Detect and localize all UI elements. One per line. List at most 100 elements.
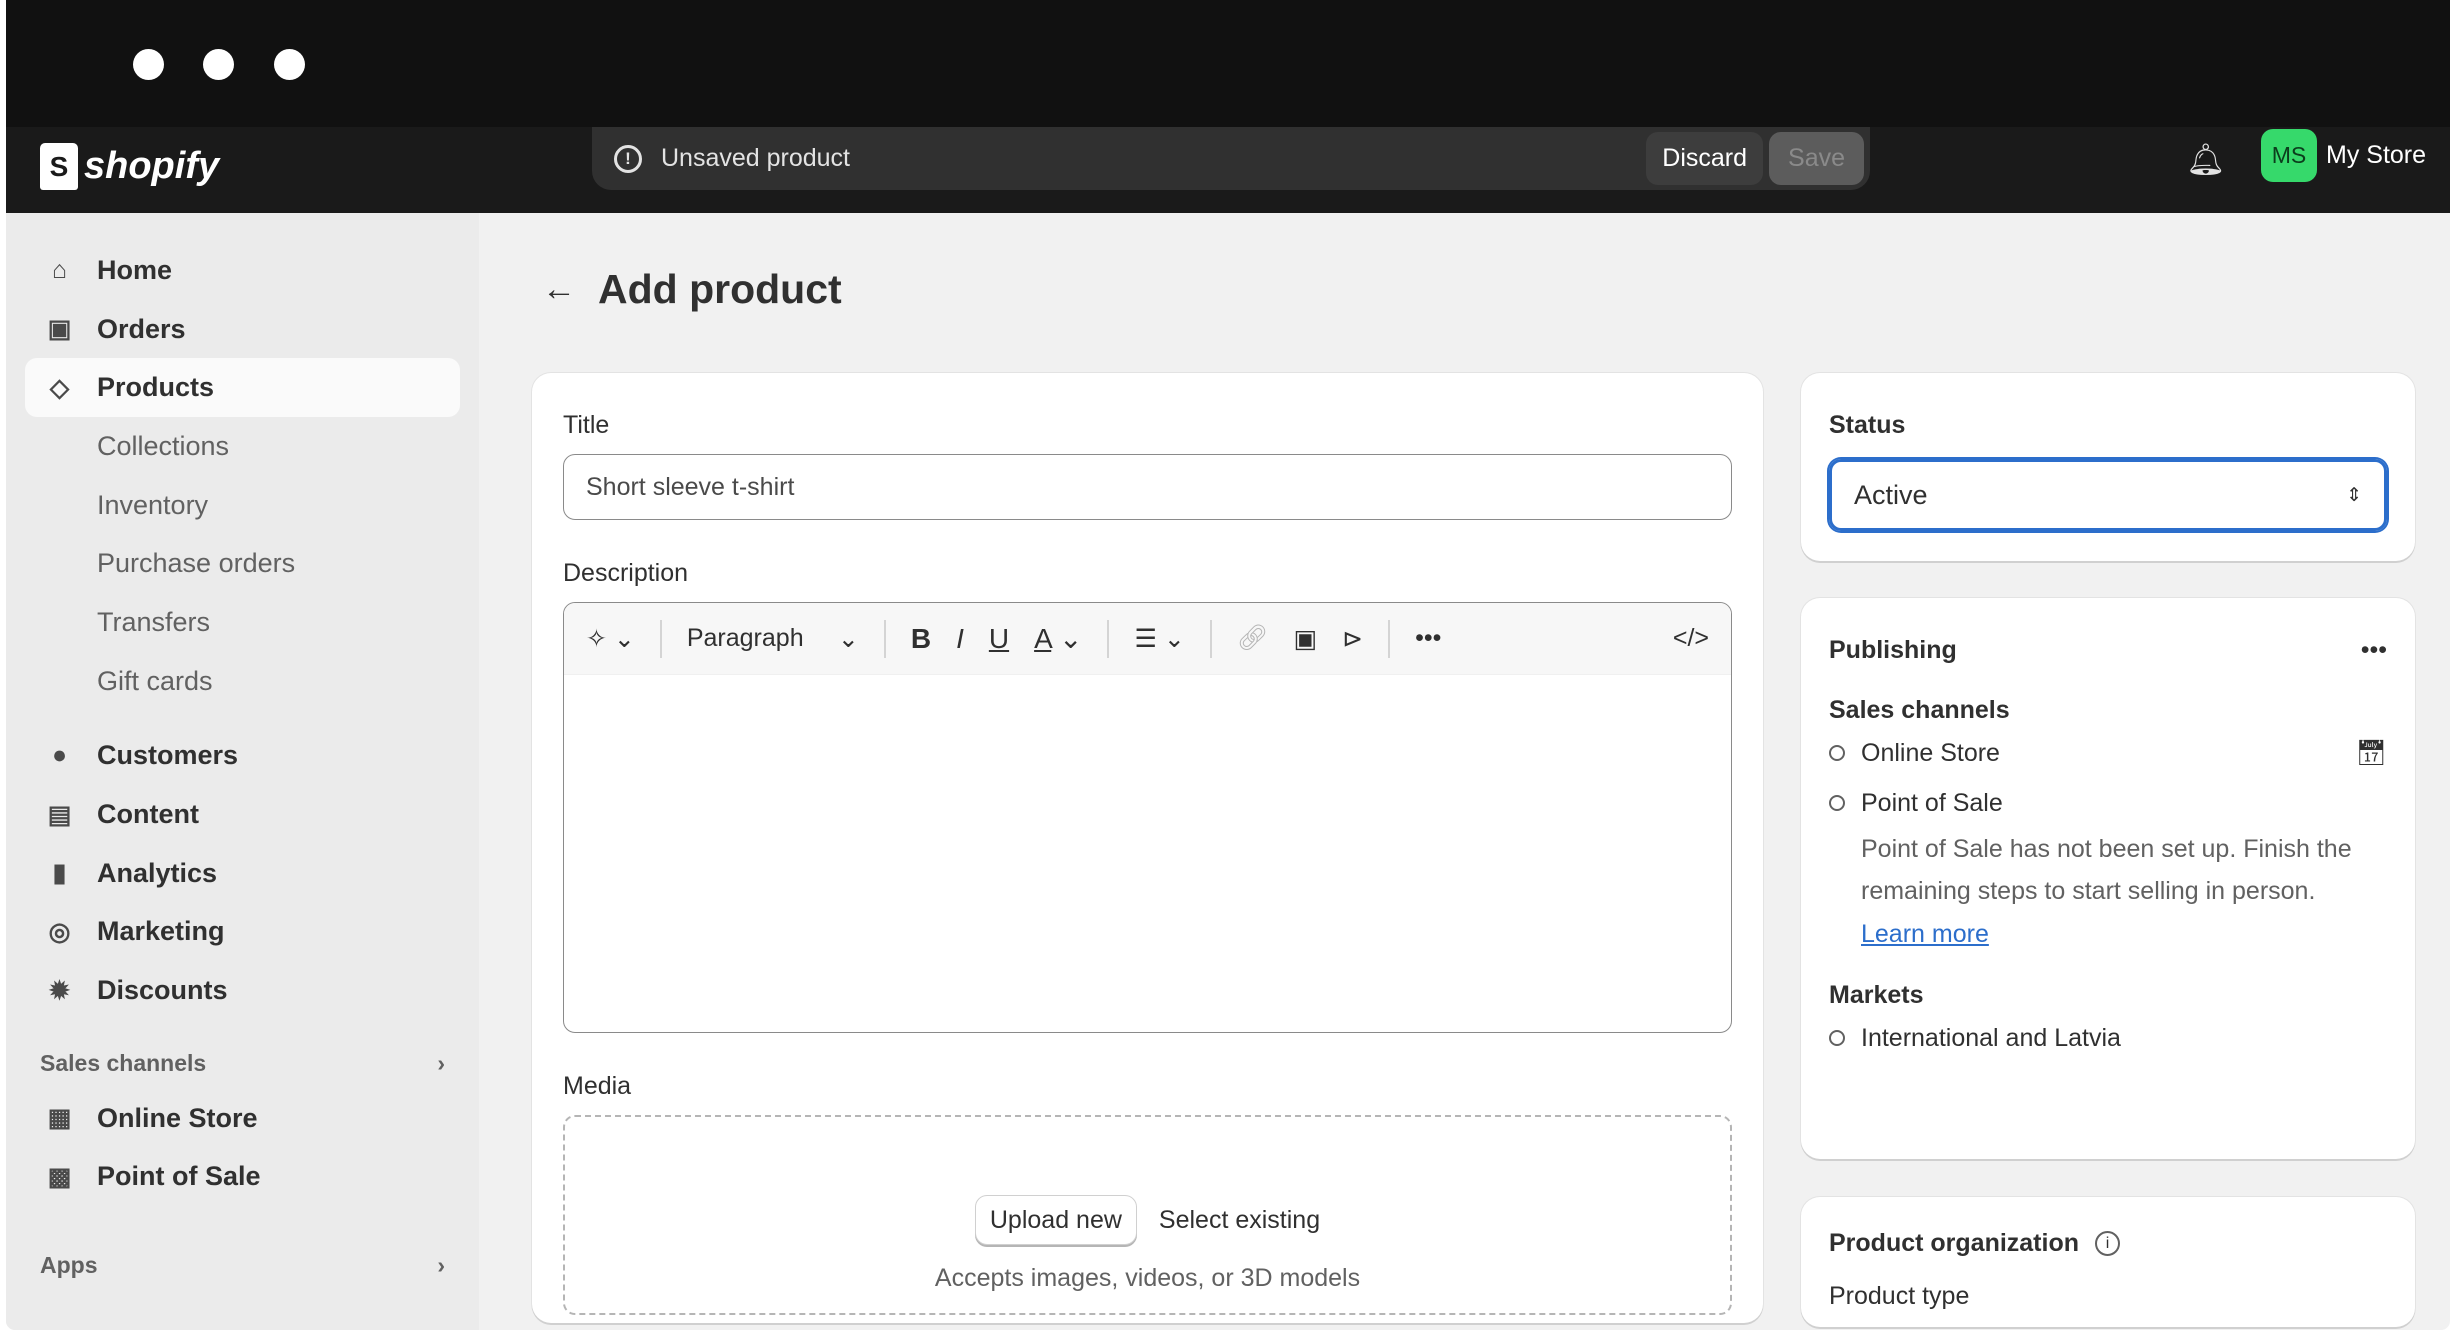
bell-icon[interactable]: 🔔︎ bbox=[2186, 141, 2225, 178]
home-icon: ⌂ bbox=[51, 255, 68, 284]
status-label: Status bbox=[1829, 411, 1906, 439]
sidebar-item-marketing[interactable]: ◎ Marketing bbox=[25, 903, 460, 962]
sidebar-item-label: Transfers bbox=[97, 606, 211, 637]
store-menu[interactable]: MS My Store bbox=[2261, 129, 2426, 182]
status-dot-icon bbox=[1829, 1030, 1845, 1046]
more-icon[interactable]: ••• bbox=[2361, 636, 2387, 665]
schedule-calendar-icon[interactable]: 📅︎ bbox=[2355, 739, 2387, 768]
window-maximize-button[interactable] bbox=[274, 49, 305, 80]
sidebar-item-label: Analytics bbox=[97, 857, 218, 888]
status-card: Status Active ⇕ bbox=[1801, 373, 2415, 561]
sales-channels-section[interactable]: Sales channels › bbox=[40, 1039, 445, 1089]
sidebar-item-label: Home bbox=[97, 254, 173, 285]
underline-icon[interactable]: U bbox=[989, 623, 1009, 655]
bold-icon[interactable]: B bbox=[911, 623, 931, 655]
description-editor[interactable]: ✧ ⌄ Paragraph ⌄ B I U A ⌄ ☰ ⌄ 🔗︎ ▣ ⊳ ••• … bbox=[563, 602, 1732, 1033]
editor-toolbar: ✧ ⌄ Paragraph ⌄ B I U A ⌄ ☰ ⌄ 🔗︎ ▣ ⊳ ••• … bbox=[564, 603, 1731, 675]
sidebar-item-gift-cards[interactable]: Gift cards bbox=[25, 652, 460, 711]
window-close-button[interactable] bbox=[133, 49, 164, 80]
sales-channels-heading: Sales channels bbox=[1829, 696, 2010, 724]
page-title: Add product bbox=[598, 266, 842, 312]
sidebar-item-label: Online Store bbox=[97, 1102, 258, 1133]
contextual-save-bar: ! Unsaved product Discard Save bbox=[592, 127, 1870, 190]
sidebar-item-label: Orders bbox=[97, 313, 186, 344]
shopify-logo[interactable]: Sshopify bbox=[40, 143, 219, 190]
media-hint: Accepts images, videos, or 3D models bbox=[934, 1264, 1361, 1292]
status-select[interactable]: Active ⇕ bbox=[1829, 459, 2387, 531]
logo-text: shopify bbox=[84, 145, 220, 187]
paragraph-label: Paragraph bbox=[686, 623, 804, 652]
upload-new-button[interactable]: Upload new bbox=[974, 1195, 1137, 1245]
sidebar: ⌂ Home ▣ Orders ◇ Products Collections Inve… bbox=[6, 213, 479, 1330]
sidebar-item-label: Marketing bbox=[97, 916, 225, 947]
sidebar-item-label: Customers bbox=[97, 740, 239, 771]
market-name: International and Latvia bbox=[1861, 1023, 2121, 1052]
sidebar-item-customers[interactable]: ● Customers bbox=[25, 727, 460, 786]
window-minimize-button[interactable] bbox=[203, 49, 234, 80]
italic-icon[interactable]: I bbox=[956, 623, 964, 655]
inbox-icon: ▣ bbox=[47, 315, 72, 344]
pos-icon: ▩ bbox=[47, 1162, 72, 1191]
pos-note: Point of Sale has not been set up. Finis… bbox=[1861, 835, 2352, 905]
select-existing-button[interactable]: Select existing bbox=[1159, 1206, 1320, 1235]
save-bar-message: Unsaved product bbox=[661, 144, 851, 172]
sidebar-item-content[interactable]: ▤ Content bbox=[25, 785, 460, 844]
target-icon: ◎ bbox=[48, 917, 71, 946]
sidebar-item-discounts[interactable]: ✹ Discounts bbox=[25, 961, 460, 1020]
sidebar-item-online-store[interactable]: ▦ Online Store bbox=[25, 1089, 460, 1148]
sidebar-item-label: Content bbox=[97, 799, 199, 830]
store-name: My Store bbox=[2326, 141, 2427, 169]
status-dot-icon bbox=[1829, 745, 1845, 761]
product-type-label: Product type bbox=[1829, 1282, 1970, 1310]
link-icon[interactable]: 🔗︎ bbox=[1237, 624, 1269, 653]
tag-icon: ◇ bbox=[49, 373, 70, 402]
ai-magic-icon[interactable]: ✧ ⌄ bbox=[586, 624, 635, 654]
channel-online-store: Online Store 📅︎ bbox=[1829, 728, 2387, 778]
media-dropzone[interactable]: Upload new Select existing Accepts image… bbox=[563, 1115, 1732, 1315]
sidebar-item-transfers[interactable]: Transfers bbox=[25, 593, 460, 652]
sidebar-item-home[interactable]: ⌂ Home bbox=[25, 241, 460, 300]
sidebar-item-point-of-sale[interactable]: ▩ Point of Sale bbox=[25, 1148, 460, 1207]
sidebar-item-label: Discounts bbox=[97, 975, 228, 1006]
sidebar-item-products[interactable]: ◇ Products bbox=[25, 358, 460, 418]
paragraph-dropdown[interactable]: Paragraph ⌄ bbox=[687, 624, 859, 654]
apps-section[interactable]: Apps › bbox=[40, 1240, 445, 1290]
align-icon[interactable]: ☰ ⌄ bbox=[1134, 624, 1184, 654]
code-icon[interactable]: </> bbox=[1673, 624, 1709, 653]
discount-icon: ✹ bbox=[49, 976, 70, 1005]
discard-button[interactable]: Discard bbox=[1646, 132, 1764, 185]
select-chevrons-icon: ⇕ bbox=[2346, 484, 2362, 506]
sidebar-item-label: Gift cards bbox=[97, 665, 213, 696]
chevron-right-icon: › bbox=[437, 1050, 445, 1077]
channel-point-of-sale: Point of Sale bbox=[1829, 778, 2387, 828]
info-icon[interactable]: i bbox=[2095, 1231, 2120, 1256]
markets-heading: Markets bbox=[1829, 981, 1924, 1009]
back-arrow-icon[interactable]: ← bbox=[542, 270, 576, 309]
insert-image-icon[interactable]: ▣ bbox=[1294, 624, 1318, 654]
sidebar-item-collections[interactable]: Collections bbox=[25, 417, 460, 476]
status-value: Active bbox=[1854, 479, 1928, 510]
sidebar-item-label: Purchase orders bbox=[97, 548, 296, 579]
text-color-icon[interactable]: A ⌄ bbox=[1034, 622, 1082, 655]
top-bar: Sshopify ! Unsaved product Discard Save 🔔… bbox=[6, 127, 2450, 213]
chevron-right-icon: › bbox=[437, 1251, 445, 1278]
status-dot-icon bbox=[1829, 795, 1845, 811]
sidebar-item-purchase-orders[interactable]: Purchase orders bbox=[25, 534, 460, 593]
learn-more-link[interactable]: Learn more bbox=[1829, 912, 2387, 956]
more-icon[interactable]: ••• bbox=[1415, 624, 1648, 653]
sidebar-item-analytics[interactable]: ▮ Analytics bbox=[25, 844, 460, 903]
publishing-title: Publishing bbox=[1829, 636, 1957, 664]
save-button[interactable]: Save bbox=[1769, 132, 1864, 185]
image-icon: ▤ bbox=[47, 800, 72, 829]
store-icon: ▦ bbox=[47, 1104, 72, 1133]
title-label: Title bbox=[563, 411, 610, 439]
title-input[interactable]: Short sleeve t-shirt bbox=[563, 454, 1732, 520]
product-organization-card: Product organization i Product type bbox=[1801, 1197, 2415, 1327]
insert-video-icon[interactable]: ⊳ bbox=[1342, 624, 1363, 654]
sidebar-item-orders[interactable]: ▣ Orders bbox=[25, 300, 460, 359]
avatar: MS bbox=[2261, 129, 2317, 182]
description-label: Description bbox=[563, 559, 689, 587]
section-label: Sales channels bbox=[40, 1050, 207, 1077]
sidebar-item-inventory[interactable]: Inventory bbox=[25, 476, 460, 535]
organization-title: Product organization bbox=[1829, 1229, 2079, 1257]
